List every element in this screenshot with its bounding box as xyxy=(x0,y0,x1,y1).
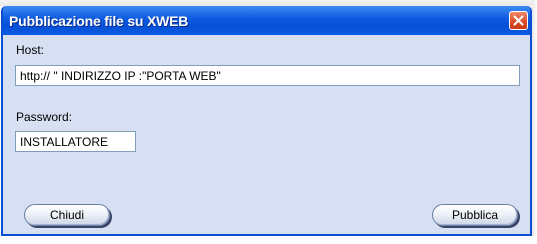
host-input[interactable]: http:// " INDIRIZZO IP :"PORTA WEB" xyxy=(15,65,520,86)
dialog-window: Pubblicazione file su XWEB Host: http://… xyxy=(1,6,532,236)
password-input[interactable]: INSTALLATORE xyxy=(15,131,136,152)
pubblica-button[interactable]: Pubblica xyxy=(432,204,518,226)
close-x-icon xyxy=(513,15,524,26)
background-edge xyxy=(532,0,537,244)
chiudi-button[interactable]: Chiudi xyxy=(24,204,110,226)
password-label: Password: xyxy=(16,110,73,124)
background-bottom xyxy=(0,236,537,244)
dialog-title: Pubblicazione file su XWEB xyxy=(9,13,189,29)
title-bar[interactable]: Pubblicazione file su XWEB xyxy=(3,6,530,35)
close-window-button[interactable] xyxy=(509,11,528,30)
host-label: Host: xyxy=(16,43,45,57)
